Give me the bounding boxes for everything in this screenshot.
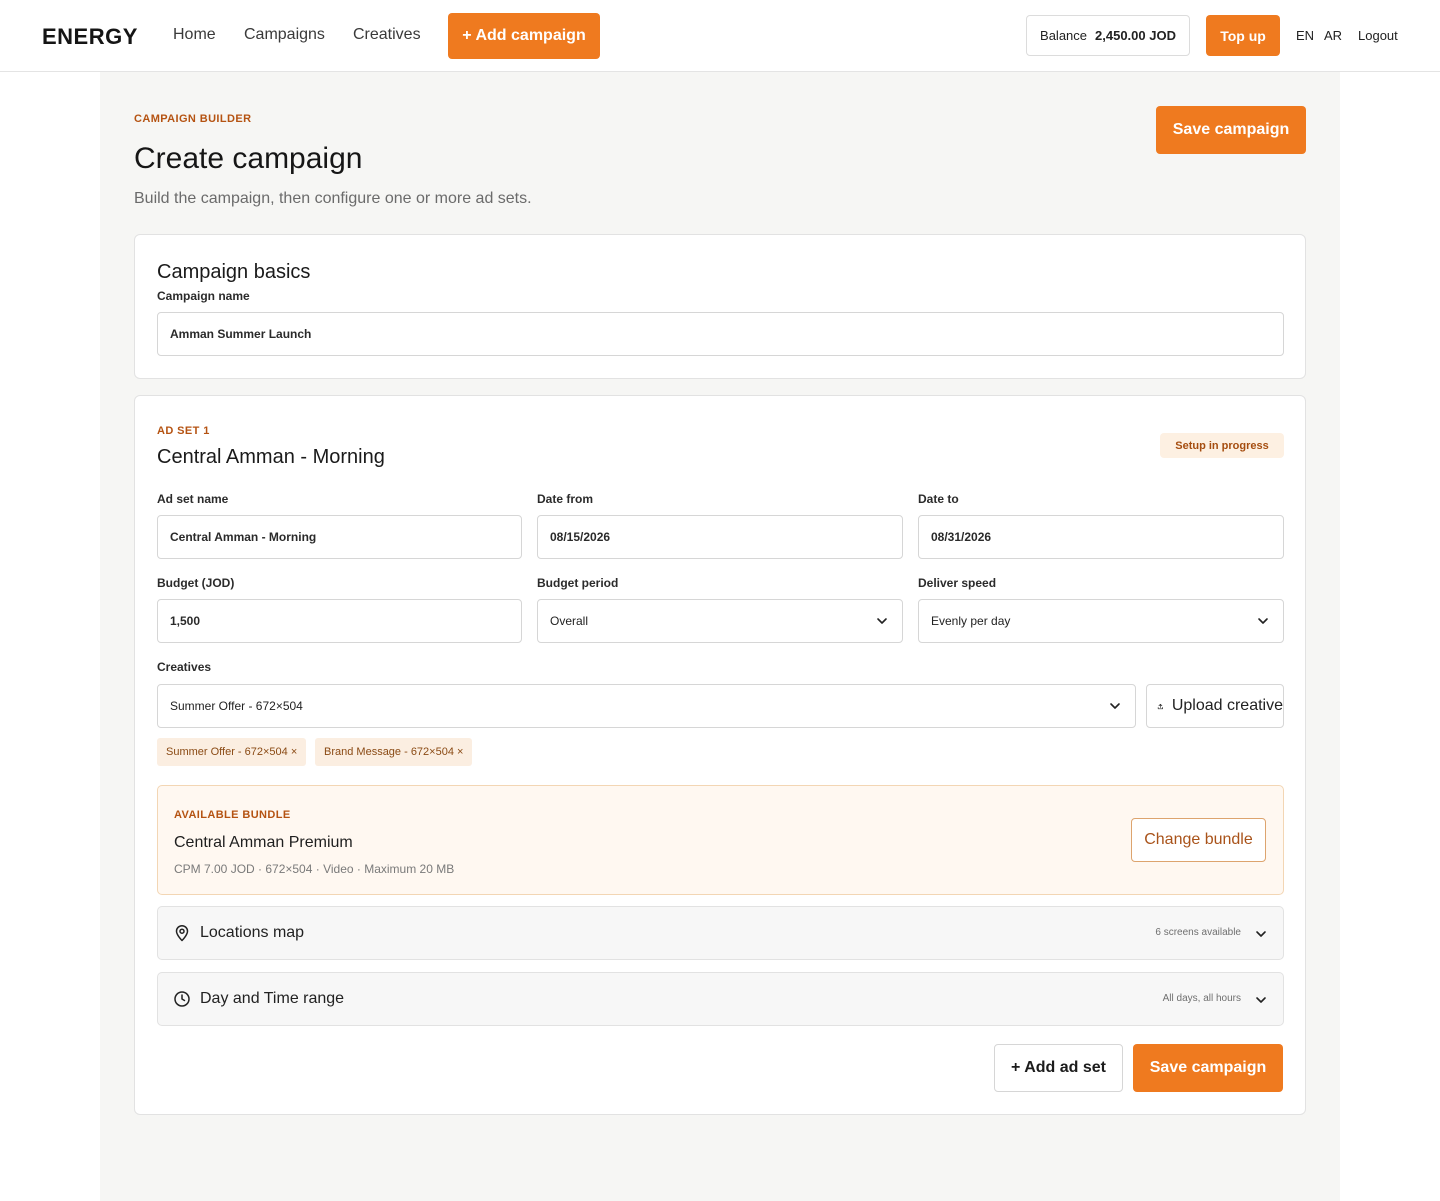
- page-title: Create campaign: [134, 142, 363, 175]
- date-to-input[interactable]: 08/31/2026: [918, 515, 1284, 559]
- location-pin-icon: [175, 925, 189, 942]
- campaign-name-input[interactable]: Amman Summer Launch: [157, 312, 1284, 356]
- date-from-label: Date from: [537, 492, 594, 506]
- creatives-select[interactable]: Summer Offer - 672×504: [157, 684, 1136, 728]
- campaign-basics-card: Campaign basics Campaign name Amman Summ…: [134, 234, 1306, 379]
- chevron-down-icon: [1110, 703, 1120, 709]
- upload-creative-button[interactable]: Upload creative: [1146, 684, 1284, 728]
- balance-display: Balance 2,450.00 JOD: [1026, 15, 1190, 56]
- nav-link-home[interactable]: Home: [173, 26, 216, 44]
- save-campaign-button-top[interactable]: Save campaign: [1156, 106, 1306, 154]
- change-bundle-button[interactable]: Change bundle: [1131, 818, 1266, 862]
- budget-period-value: Overall: [550, 614, 589, 628]
- available-bundle-panel: AVAILABLE BUNDLE Central Amman Premium C…: [157, 785, 1284, 895]
- lang-ar-link[interactable]: AR: [1324, 28, 1342, 43]
- campaign-name-label: Campaign name: [157, 289, 250, 303]
- page-eyebrow: CAMPAIGN BUILDER: [134, 113, 252, 125]
- chevron-down-icon: [877, 618, 887, 624]
- ad-set-name-input[interactable]: Central Amman - Morning: [157, 515, 522, 559]
- creatives-selected-value: Summer Offer - 672×504: [170, 699, 303, 713]
- ad-set-title: Central Amman - Morning: [157, 446, 385, 468]
- page-subtitle: Build the campaign, then configure one o…: [134, 190, 532, 207]
- nav-link-creatives[interactable]: Creatives: [353, 26, 421, 44]
- clock-icon: [174, 991, 190, 1007]
- budget-input[interactable]: 1,500: [157, 599, 522, 643]
- add-ad-set-button[interactable]: + Add ad set: [994, 1044, 1123, 1092]
- chevron-down-icon: [1256, 931, 1266, 937]
- page-content: CAMPAIGN BUILDER Create campaign Build t…: [100, 72, 1340, 1201]
- chevron-down-icon: [1256, 997, 1266, 1003]
- creative-chip-brand-message[interactable]: Brand Message - 672×504 ×: [315, 738, 473, 766]
- deliver-speed-value: Evenly per day: [931, 614, 1011, 628]
- save-campaign-button-bottom[interactable]: Save campaign: [1133, 1044, 1283, 1092]
- day-time-range-meta: All days, all hours: [1162, 993, 1241, 1004]
- brand-logo[interactable]: ENERGY: [42, 24, 138, 50]
- ad-set-eyebrow: AD SET 1: [157, 425, 210, 437]
- chevron-down-icon: [1258, 618, 1268, 624]
- day-time-range-accordion[interactable]: Day and Time range All days, all hours: [157, 972, 1284, 1026]
- status-badge: Setup in progress: [1160, 433, 1284, 458]
- bundle-name: Central Amman Premium: [174, 834, 353, 851]
- ad-set-card: AD SET 1 Central Amman - Morning Setup i…: [134, 395, 1306, 1115]
- locations-map-title: Locations map: [200, 924, 305, 941]
- deliver-speed-select[interactable]: Evenly per day: [918, 599, 1284, 643]
- balance-amount: 2,450.00 JOD: [1095, 28, 1176, 43]
- ad-set-name-label: Ad set name: [157, 492, 229, 506]
- campaign-basics-title: Campaign basics: [157, 261, 311, 283]
- nav-link-campaigns[interactable]: Campaigns: [244, 26, 325, 44]
- locations-map-meta: 6 screens available: [1155, 927, 1241, 938]
- top-navbar: ENERGY Home Campaigns Creatives + Add ca…: [0, 0, 1440, 72]
- top-up-button[interactable]: Top up: [1206, 15, 1280, 56]
- upload-creative-label: Upload creative: [1171, 697, 1283, 714]
- add-campaign-button[interactable]: + Add campaign: [448, 13, 600, 59]
- day-time-range-title: Day and Time range: [200, 990, 345, 1007]
- balance-label: Balance: [1040, 28, 1088, 43]
- locations-map-accordion[interactable]: Locations map 6 screens available: [157, 906, 1284, 960]
- date-to-label: Date to: [918, 492, 959, 506]
- creatives-label: Creatives: [157, 660, 212, 674]
- budget-period-select[interactable]: Overall: [537, 599, 903, 643]
- lang-en-link[interactable]: EN: [1296, 28, 1314, 43]
- deliver-speed-label: Deliver speed: [918, 576, 997, 590]
- upload-icon: [1157, 703, 1163, 709]
- creative-chip-summer-offer[interactable]: Summer Offer - 672×504 ×: [157, 738, 307, 766]
- date-from-input[interactable]: 08/15/2026: [537, 515, 903, 559]
- logout-link[interactable]: Logout: [1358, 28, 1398, 43]
- bundle-eyebrow: AVAILABLE BUNDLE: [174, 809, 291, 821]
- budget-label: Budget (JOD): [157, 576, 235, 590]
- budget-period-label: Budget period: [537, 576, 619, 590]
- bundle-meta: CPM 7.00 JOD · 672×504 · Video · Maximum…: [174, 862, 455, 876]
